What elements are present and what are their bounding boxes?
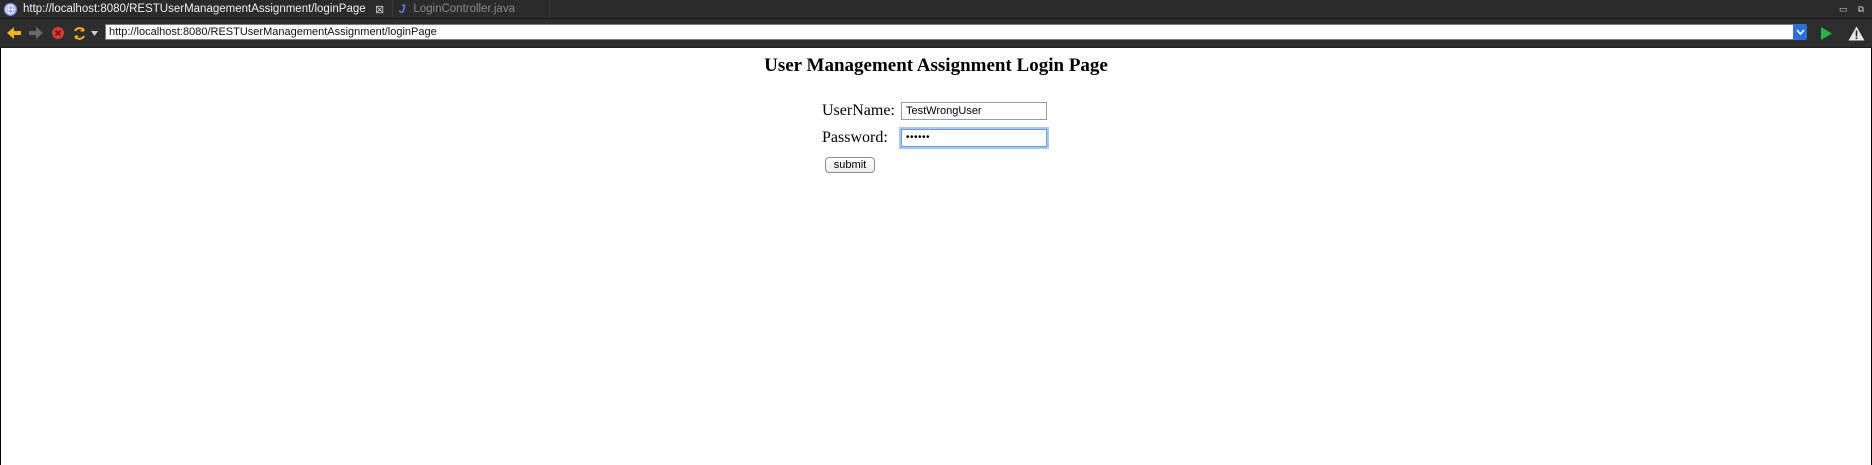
restore-icon[interactable]: ⧉ [1858,4,1864,14]
java-file-icon: J [398,2,406,16]
forward-button[interactable] [27,24,45,42]
go-icon [1821,26,1832,40]
address-bar[interactable]: http://localhost:8080/RESTUserManagement… [105,24,1797,40]
tab-login-page[interactable]: http://localhost:8080/RESTUserManagement… [0,0,393,18]
window-controls: ▭ ⧉ [1839,0,1864,18]
refresh-icon [73,26,85,40]
password-label: Password: [822,129,888,146]
tab-login-controller[interactable]: J LoginController.java [393,0,550,18]
page-title: User Management Assignment Login Page [764,55,1108,76]
go-button[interactable] [1818,24,1834,42]
username-input[interactable] [901,102,1047,120]
navigation-toolbar: http://localhost:8080/RESTUserManagement… [0,19,1872,48]
warning-icon [1848,26,1864,40]
refresh-menu-button[interactable] [89,24,99,42]
forward-arrow-icon [29,27,43,39]
refresh-button[interactable] [71,24,87,42]
stop-button[interactable] [50,24,66,42]
dropdown-icon [1795,29,1805,35]
password-input[interactable]: •••••• [901,129,1047,147]
close-icon[interactable]: ⊠ [374,3,386,16]
minimize-icon[interactable]: ▭ [1839,4,1848,14]
address-dropdown-button[interactable] [1793,24,1807,40]
address-url: http://localhost:8080/RESTUserManagement… [109,26,437,38]
warning-button[interactable] [1847,24,1865,42]
tab-label: http://localhost:8080/RESTUserManagement… [23,3,366,15]
stop-icon [52,27,64,39]
tab-label: LoginController.java [413,3,515,15]
username-label: UserName: [822,102,895,119]
globe-icon [4,2,17,16]
back-button[interactable] [5,24,23,42]
tab-bar: http://localhost:8080/RESTUserManagement… [0,0,1872,19]
submit-button[interactable]: submit [825,157,875,173]
chevron-down-icon [90,30,98,36]
back-arrow-icon [7,27,21,39]
